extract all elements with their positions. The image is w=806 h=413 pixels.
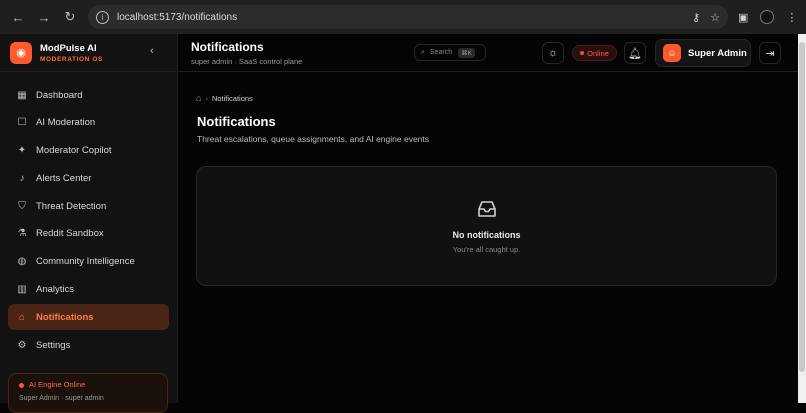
header-title: Notifications [191,39,264,54]
sidebar: ◉ ModPulse AI MODERATION OS ‹ ▦ Dashboar… [0,34,178,413]
sidebar-item-label: Reddit Sandbox [36,228,104,240]
bell-icon: 🔔︎ [628,47,642,60]
sidebar-item-threat-detection[interactable]: ⛉ Threat Detection [8,193,169,219]
sidebar-item-label: Notifications [36,311,94,323]
flask-icon: ⚗ [17,228,27,240]
sidebar-item-reddit-sandbox[interactable]: ⚗ Reddit Sandbox [8,221,169,247]
inbox-icon [478,201,496,217]
sidebar-item-settings[interactable]: ⚙ Settings [8,332,169,358]
url-text: localhost:5173/notifications [117,11,238,23]
app-shell: ◉ ModPulse AI MODERATION OS ‹ ▦ Dashboar… [0,34,798,413]
logout-button[interactable]: ⇥ [759,42,781,64]
empty-state-subtitle: You're all caught up. [452,245,521,254]
menu-kebab-icon[interactable]: ⋮ [786,11,797,24]
user-menu-button[interactable]: ☺ Super Admin [655,39,751,67]
bookmark-star-icon[interactable]: ☆ [710,11,720,24]
sidebar-item-label: Analytics [36,284,75,296]
user-avatar-icon: ☺ [663,44,681,62]
status-dot [19,382,24,388]
profile-avatar[interactable] [760,10,775,24]
bar-chart-icon: ▥ [17,284,27,296]
shield-icon: ⛉ [18,200,26,212]
main-content: Notifications super admin · SaaS control… [178,34,798,403]
header-subtitle: super admin · SaaS control plane [191,56,303,66]
sidebar-item-label: Community Intelligence [36,256,135,268]
brand-tagline: MODERATION OS [40,55,103,63]
sidebar-item-dashboard[interactable]: ▦ Dashboard [8,82,169,108]
bell-icon: ♪ [19,172,25,184]
top-header: Notifications super admin · SaaS control… [178,34,798,72]
notifications-bell-button[interactable]: 🔔︎ [624,42,646,64]
browser-toolbar: ← → ↻ i localhost:5173/notifications ⚷ ☆… [0,0,806,34]
breadcrumb-current: Notifications [211,93,253,103]
brand-header: ◉ ModPulse AI MODERATION OS ‹ [0,34,177,72]
sidebar-item-ai-moderation[interactable]: ☐ AI Moderation [8,110,169,136]
robot-icon: ☐ [17,117,27,129]
page-title: Notifications [197,114,276,129]
search-button[interactable]: ⌕ Search ⌘K [414,44,486,61]
address-bar[interactable]: i localhost:5173/notifications ⚷ ☆ [88,5,728,29]
breadcrumb: ⌂ › Notifications [196,93,253,103]
sidebar-item-label: Moderator Copilot [36,145,112,157]
search-shortcut: ⌘K [458,47,475,58]
theme-toggle-button[interactable]: ☼ [542,42,564,64]
sidebar-item-label: Dashboard [36,89,83,101]
online-status-badge: Online [572,45,617,61]
page-description: Threat escalations, queue assignments, a… [197,134,430,144]
scrollbar-thumb[interactable] [799,42,805,372]
engine-user-text: Super Admin · super admin [19,395,104,402]
sidebar-item-notifications[interactable]: ⌂ Notifications [8,304,169,331]
sidebar-item-label: Threat Detection [36,200,107,212]
grid-icon: ▦ [17,89,27,101]
sidebar-item-moderator-copilot[interactable]: ✦ Moderator Copilot [8,138,169,164]
gear-icon: ⚙ [17,339,27,351]
site-info-icon[interactable]: i [96,10,109,24]
status-label: Online [587,48,609,58]
logout-icon: ⇥ [765,47,775,60]
page-scrollbar[interactable] [798,34,806,403]
search-placeholder: Search [429,49,453,56]
engine-status-card: AI Engine Online Super Admin · super adm… [8,373,168,413]
sidebar-item-analytics[interactable]: ▥ Analytics [8,277,169,303]
sparkle-icon: ✦ [17,145,27,157]
sidebar-item-label: Settings [36,339,71,351]
inbox-icon: ⌂ [18,311,26,323]
status-dot [580,51,585,55]
chevron-right-icon: › [205,93,208,103]
chevron-left-icon[interactable]: ‹ [150,45,154,57]
sidebar-item-label: AI Moderation [36,117,96,129]
engine-status-text: AI Engine Online [29,380,86,389]
sidepanel-icon[interactable]: ▣ [738,11,748,24]
home-icon[interactable]: ⌂ [196,93,201,103]
reload-icon[interactable]: ↻ [60,7,80,27]
sidebar-item-community-intelligence[interactable]: ◍ Community Intelligence [8,249,169,275]
sidebar-item-label: Alerts Center [36,172,92,184]
sidebar-item-alerts-center[interactable]: ♪ Alerts Center [8,165,169,191]
search-icon: ⌕ [421,48,425,56]
sidebar-nav: ▦ Dashboard ☐ AI Moderation ✦ Moderator … [0,72,177,370]
broadcast-logo-icon: ◉ [10,41,32,64]
empty-state-card: No notifications You're all caught up. [196,166,777,286]
password-key-icon[interactable]: ⚷ [692,11,700,24]
sun-icon: ☼ [547,47,559,59]
brand-name: ModPulse AI [40,42,97,54]
forward-icon[interactable]: → [34,7,54,27]
back-icon[interactable]: ← [8,7,28,27]
user-name: Super Admin [688,47,747,59]
empty-state-title: No notifications [452,230,521,240]
globe-icon: ◍ [17,256,27,268]
